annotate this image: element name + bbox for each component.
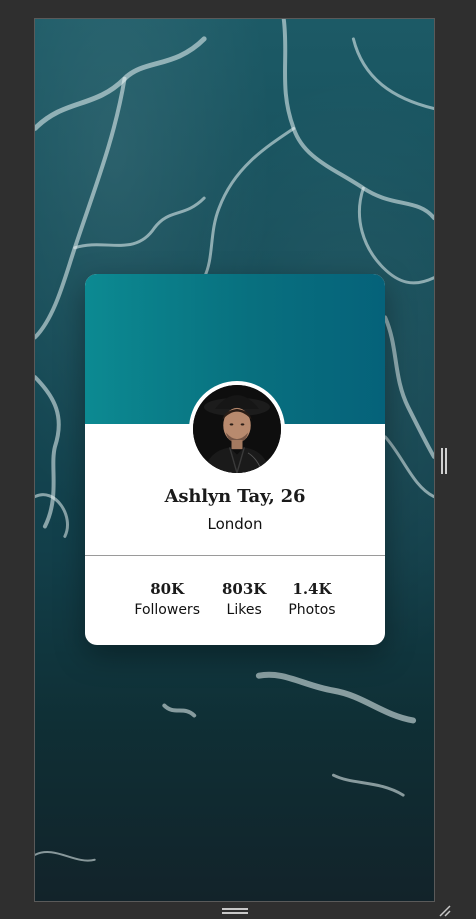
avatar-photo-icon xyxy=(193,385,281,473)
stat-value: 80K xyxy=(150,580,185,598)
stats-row: 80K Followers 803K Likes 1.4K Photos xyxy=(85,580,385,618)
profile-name: Ashlyn Tay, 26 xyxy=(164,486,306,507)
profile-location: London xyxy=(207,515,263,533)
stat-likes: 803K Likes xyxy=(222,580,266,618)
avatar xyxy=(189,381,285,477)
stat-value: 803K xyxy=(221,580,267,598)
vertical-resize-handle[interactable] xyxy=(222,908,248,914)
corner-resize-icon[interactable] xyxy=(436,902,452,918)
stat-label: Followers xyxy=(134,602,200,618)
stat-photos: 1.4K Photos xyxy=(288,580,335,618)
stat-followers: 80K Followers xyxy=(134,580,200,618)
profile-card: Ashlyn Tay, 26 London 80K Followers 803K… xyxy=(85,274,385,645)
horizontal-resize-handle[interactable] xyxy=(441,448,447,474)
stats-divider xyxy=(85,555,385,556)
stat-label: Photos xyxy=(288,602,336,618)
stat-value: 1.4K xyxy=(292,580,332,598)
stat-label: Likes xyxy=(226,602,262,618)
